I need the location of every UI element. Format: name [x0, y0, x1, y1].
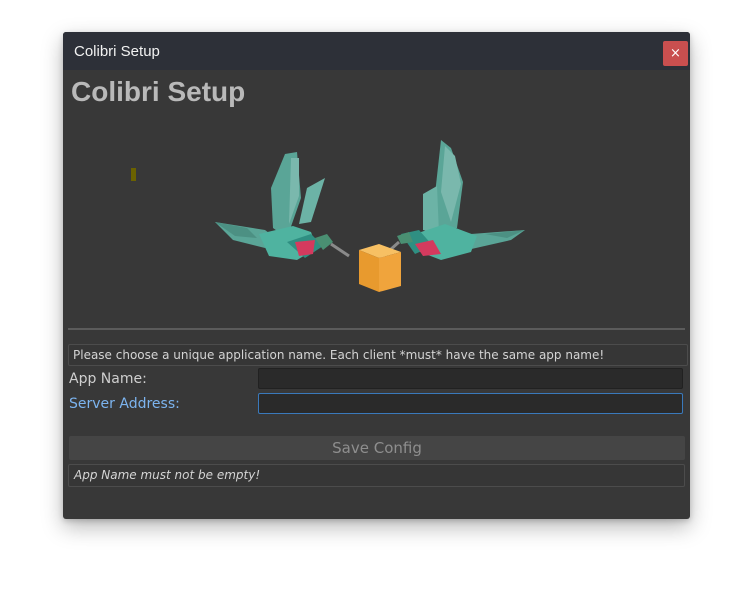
window-title: Colibri Setup: [74, 43, 160, 60]
save-config-button[interactable]: Save Config: [69, 436, 685, 460]
help-box: Please choose a unique application name.…: [68, 344, 688, 366]
title-bar[interactable]: Colibri Setup ×: [63, 32, 690, 70]
banner-marker: [131, 168, 136, 181]
server-address-field[interactable]: [258, 393, 683, 414]
package-box-icon: [359, 244, 401, 292]
server-address-label: Server Address:: [69, 396, 180, 412]
separator: [68, 328, 685, 330]
validation-error-box: App Name must not be empty!: [68, 464, 685, 487]
left-hummingbird-icon: [215, 152, 350, 260]
close-button[interactable]: ×: [663, 41, 688, 66]
app-name-field[interactable]: [258, 368, 683, 389]
app-name-label: App Name:: [69, 371, 147, 387]
right-hummingbird-icon: [380, 140, 525, 260]
page-title: Colibri Setup: [71, 76, 246, 107]
setup-window: Colibri Setup × Colibri Setup Please cho…: [63, 32, 690, 519]
hummingbird-banner: [115, 138, 545, 298]
